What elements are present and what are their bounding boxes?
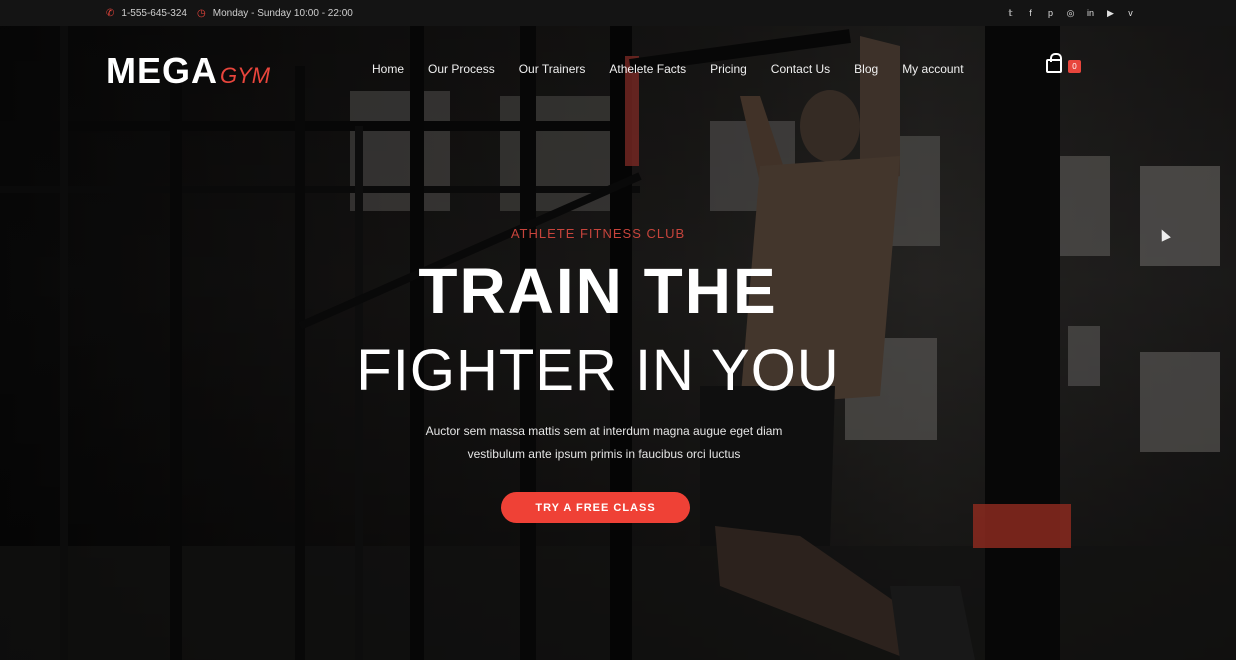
- nav-pricing[interactable]: Pricing: [710, 62, 747, 76]
- hero-description-line1: Auctor sem massa mattis sem at interdum …: [425, 424, 783, 438]
- hero-title-line1: TRAIN THE: [418, 255, 778, 327]
- pinterest-icon[interactable]: p: [1045, 8, 1056, 19]
- site-logo[interactable]: MEGA GYM: [106, 50, 270, 92]
- nav-blog[interactable]: Blog: [854, 62, 878, 76]
- hours-info: ◷ Monday - Sunday 10:00 - 22:00: [197, 8, 353, 19]
- nav-athelete-facts[interactable]: Athelete Facts: [609, 62, 686, 76]
- hero-description: Auctor sem massa mattis sem at interdum …: [344, 420, 864, 466]
- logo-primary: MEGA: [106, 50, 218, 91]
- shopping-bag-icon: [1046, 53, 1062, 73]
- vimeo-icon[interactable]: v: [1125, 8, 1136, 19]
- facebook-icon[interactable]: f: [1025, 8, 1036, 19]
- cart-count-badge: 0: [1068, 59, 1081, 73]
- main-navigation: Home Our Process Our Trainers Athelete F…: [372, 62, 988, 76]
- social-links: 𝕥 f p ◎ in ▶ v: [1005, 8, 1136, 19]
- twitter-icon[interactable]: 𝕥: [1005, 8, 1016, 19]
- logo-accent: GYM: [220, 63, 271, 88]
- phone-icon: ✆: [106, 7, 115, 19]
- nav-our-trainers[interactable]: Our Trainers: [519, 62, 586, 76]
- hero-description-line2: vestibulum ante ipsum primis in faucibus…: [467, 447, 741, 461]
- cart-button[interactable]: 0: [1046, 53, 1081, 73]
- opening-hours: Monday - Sunday 10:00 - 22:00: [212, 7, 353, 19]
- top-bar: ✆ 1-555-645-324 ◷ Monday - Sunday 10:00 …: [0, 0, 1236, 26]
- phone-number: 1-555-645-324: [121, 7, 187, 19]
- linkedin-icon[interactable]: in: [1085, 8, 1096, 19]
- hero-eyebrow: ATHLETE FITNESS CLUB: [510, 226, 686, 241]
- instagram-icon[interactable]: ◎: [1065, 8, 1076, 19]
- nav-home[interactable]: Home: [372, 62, 404, 76]
- hero-title-line2: FIGHTER IN YOU: [356, 338, 840, 403]
- nav-our-process[interactable]: Our Process: [428, 62, 495, 76]
- clock-icon: ◷: [197, 7, 206, 19]
- try-free-class-button[interactable]: TRY A FREE CLASS: [501, 492, 690, 523]
- youtube-icon[interactable]: ▶: [1105, 8, 1116, 19]
- nav-contact-us[interactable]: Contact Us: [771, 62, 830, 76]
- nav-my-account[interactable]: My account: [902, 62, 963, 76]
- phone-info: ✆ 1-555-645-324: [106, 8, 187, 19]
